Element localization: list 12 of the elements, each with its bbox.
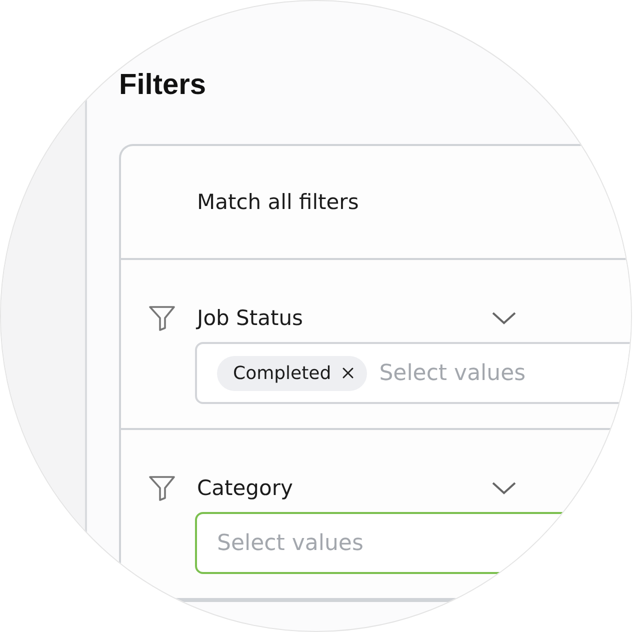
filter-icon (147, 303, 177, 333)
panel-title: Filters (119, 69, 208, 102)
filter-icon (147, 473, 177, 503)
placeholder: Select values (379, 360, 526, 386)
chevron-down-icon[interactable] (491, 310, 517, 326)
match-label: Match all filters (197, 190, 359, 214)
placeholder: Select values (217, 530, 364, 556)
filter-label: Job Status (197, 306, 304, 330)
value-chip[interactable]: Completed (217, 356, 368, 390)
select-field[interactable]: Completed Select values (195, 342, 631, 404)
filter-label: Category (197, 476, 294, 500)
chevron-down-icon[interactable] (491, 480, 517, 496)
